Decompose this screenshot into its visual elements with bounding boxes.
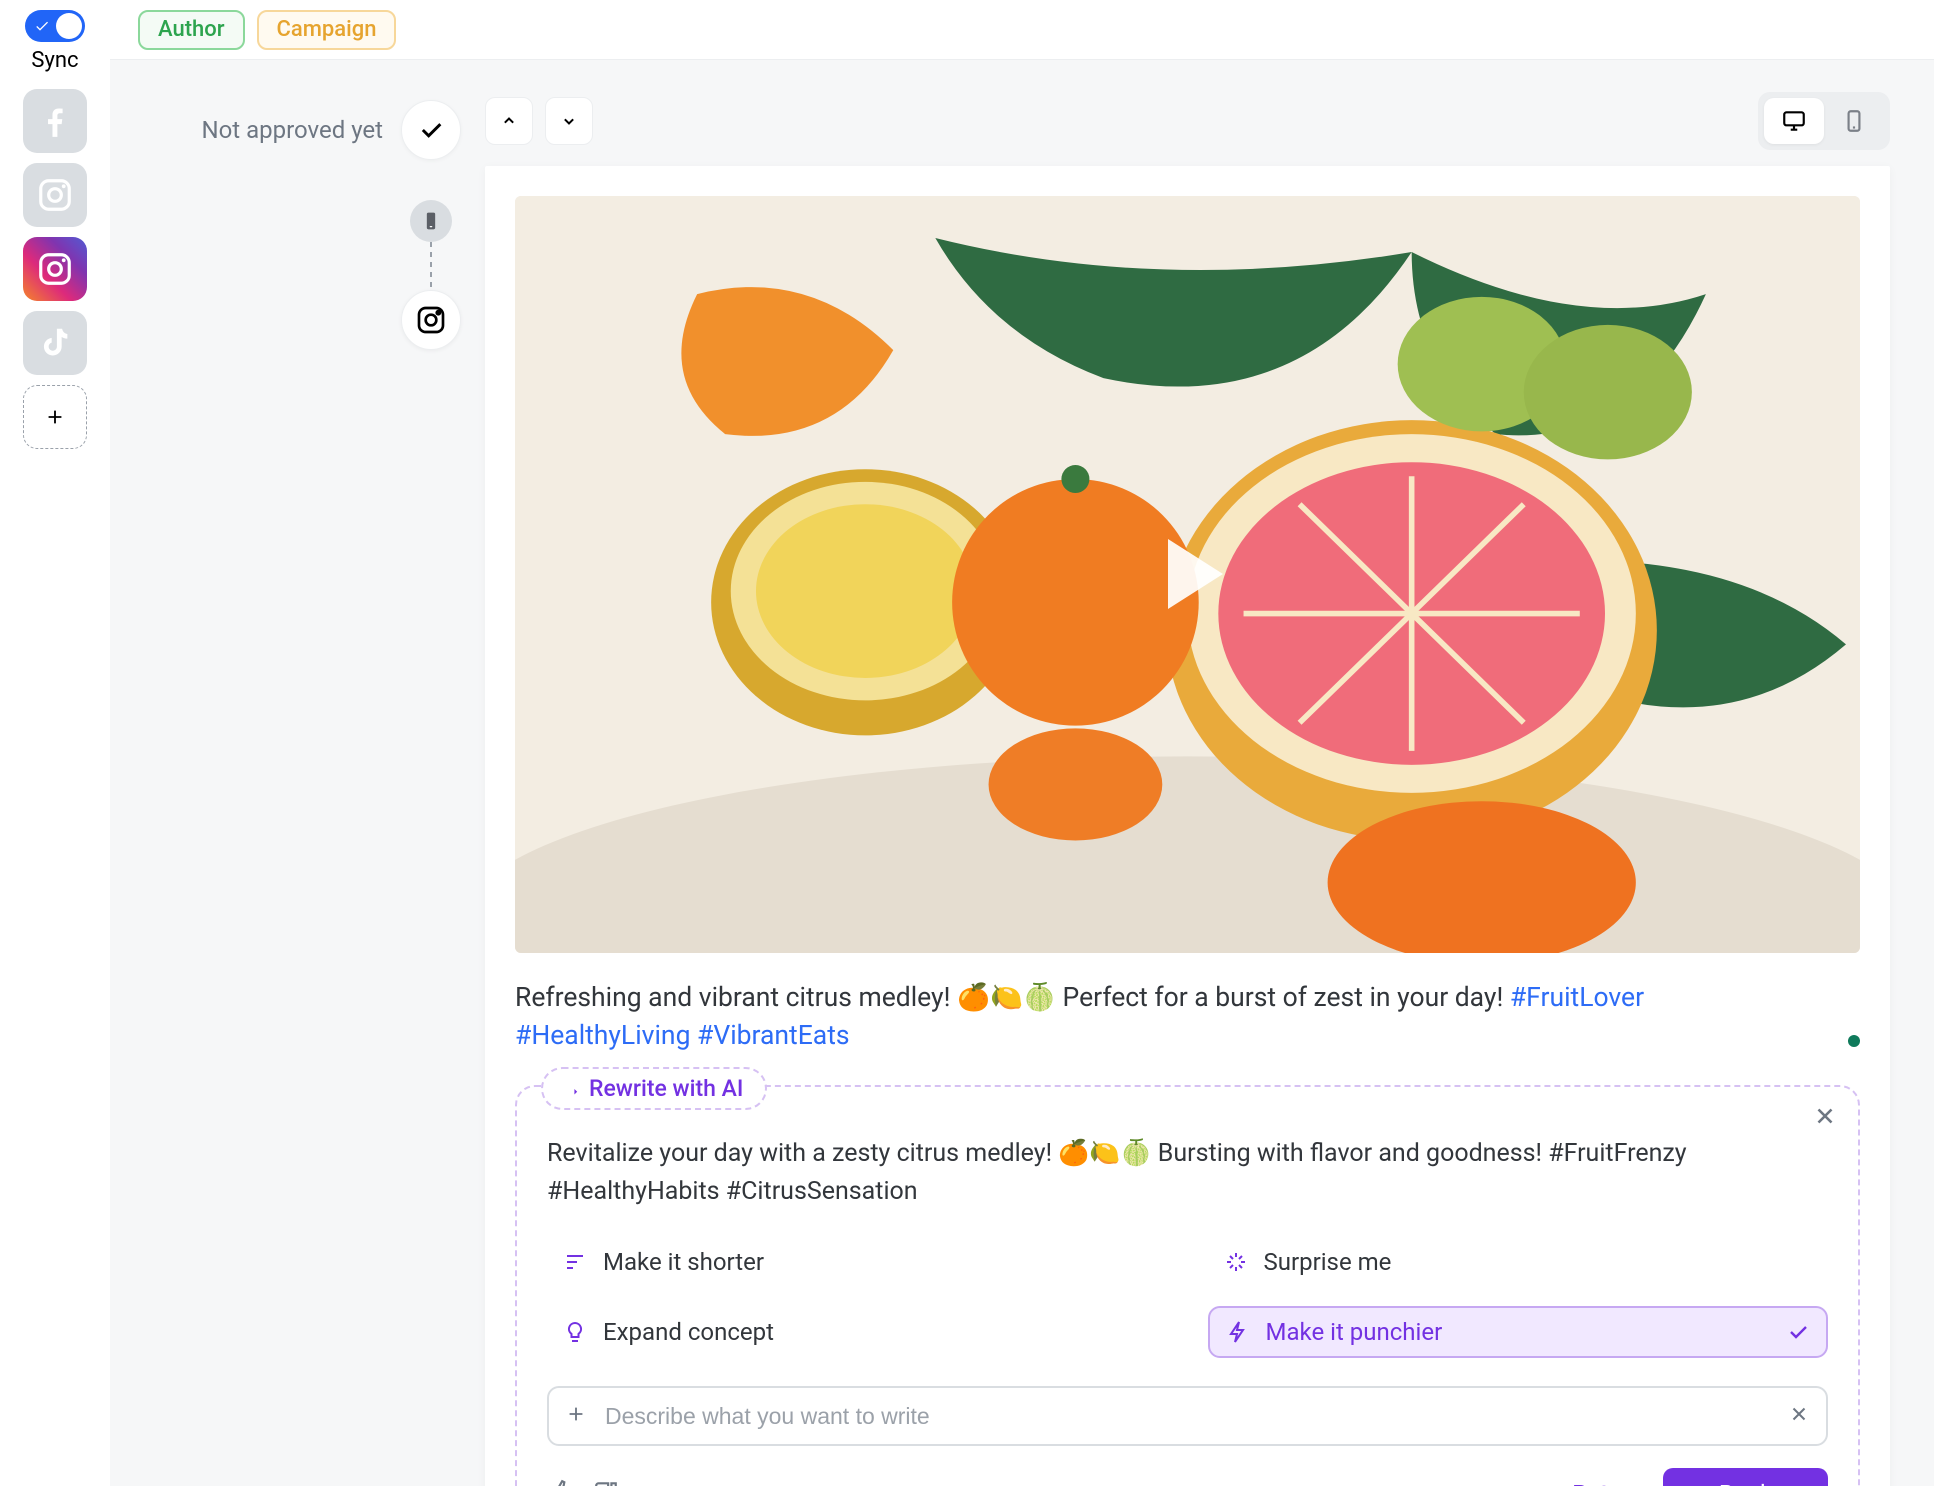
instagram-icon (36, 176, 74, 214)
channel-rail: Sync (0, 0, 110, 1486)
check-icon (1786, 1320, 1810, 1344)
plus-icon (565, 1403, 587, 1425)
sync-label: Sync (31, 48, 78, 73)
card-toolbar (485, 92, 1890, 150)
preview-mobile[interactable] (1824, 98, 1884, 144)
caption-hashtag[interactable]: #VibrantEats (697, 1020, 850, 1051)
device-preview-toggle (1758, 92, 1890, 150)
preview-desktop[interactable] (1764, 98, 1824, 144)
next-post-button[interactable] (545, 97, 593, 145)
media-illustration (515, 196, 1860, 953)
sync-toggle[interactable] (25, 10, 85, 42)
lightning-icon (1226, 1320, 1250, 1344)
tag-author[interactable]: Author (138, 10, 245, 50)
plus-icon (44, 406, 66, 428)
ai-suggestion-text: Revitalize your day with a zesty citrus … (547, 1135, 1828, 1210)
shorten-icon (563, 1250, 587, 1274)
ai-option-surprise[interactable]: Surprise me (1208, 1238, 1829, 1286)
post-media[interactable] (515, 196, 1860, 953)
tiktok-icon (36, 324, 74, 362)
channel-facebook[interactable] (23, 89, 87, 153)
chevron-down-icon (559, 111, 579, 131)
main: Author Campaign Not approved yet (110, 0, 1934, 1486)
caption-hashtag[interactable]: #HealthyLiving (515, 1020, 690, 1051)
monitor-icon (1781, 108, 1807, 134)
ai-option-punchier[interactable]: Make it punchier (1208, 1306, 1829, 1358)
caption-text: Refreshing and vibrant citrus medley! 🍊🍋… (515, 982, 1510, 1013)
post-card: Refreshing and vibrant citrus medley! 🍊🍋… (485, 166, 1890, 1486)
sparkle-icon (1224, 1250, 1248, 1274)
thumbs-down-icon (593, 1479, 619, 1486)
ai-thumbs-up[interactable] (547, 1479, 573, 1486)
top-strip: Author Campaign (110, 0, 1934, 60)
ai-prompt-clear[interactable] (1788, 1403, 1810, 1429)
approval-status: Not approved yet (202, 116, 384, 144)
lightbulb-icon (563, 1320, 587, 1344)
ai-thumbs-down[interactable] (593, 1479, 619, 1486)
ai-option-expand[interactable]: Expand concept (547, 1306, 1168, 1358)
ai-rewrite-panel: Rewrite with AI Revitalize your day with… (515, 1085, 1860, 1486)
ai-option-shorter[interactable]: Make it shorter (547, 1238, 1168, 1286)
edit-indicator-dot (1848, 1035, 1860, 1047)
check-icon (417, 116, 445, 144)
close-icon (1812, 1103, 1838, 1129)
channel-instagram-active[interactable] (23, 237, 87, 301)
add-channel-button[interactable] (23, 385, 87, 449)
channel-instagram-inactive[interactable] (23, 163, 87, 227)
flow-node-instagram[interactable] (401, 290, 461, 350)
ai-prompt-field (547, 1386, 1828, 1446)
thumbs-up-icon (547, 1479, 573, 1486)
ai-close-button[interactable] (1812, 1103, 1838, 1133)
instagram-icon (36, 250, 74, 288)
ai-retry-button[interactable]: Retry (1558, 1472, 1642, 1486)
ai-replace-button[interactable]: Replace (1663, 1468, 1828, 1486)
rewrite-icon (557, 1078, 579, 1100)
instagram-icon (415, 304, 447, 336)
approve-button[interactable] (401, 100, 461, 160)
flow-node-device[interactable] (410, 200, 452, 242)
post-caption[interactable]: Refreshing and vibrant citrus medley! 🍊🍋… (515, 979, 1860, 1056)
tag-campaign[interactable]: Campaign (257, 10, 397, 50)
channel-tiktok[interactable] (23, 311, 87, 375)
flow-diagram (401, 200, 461, 350)
approval-column: Not approved yet (110, 60, 485, 1486)
check-icon (34, 18, 50, 34)
ai-prompt-input[interactable] (547, 1386, 1828, 1446)
close-icon (1788, 1403, 1810, 1425)
prev-post-button[interactable] (485, 97, 533, 145)
phone-icon (1841, 108, 1867, 134)
facebook-icon (36, 102, 74, 140)
caption-hashtag[interactable]: #FruitLover (1510, 982, 1644, 1013)
chevron-up-icon (499, 111, 519, 131)
phone-icon (421, 211, 441, 231)
ai-rewrite-badge: Rewrite with AI (541, 1067, 767, 1110)
